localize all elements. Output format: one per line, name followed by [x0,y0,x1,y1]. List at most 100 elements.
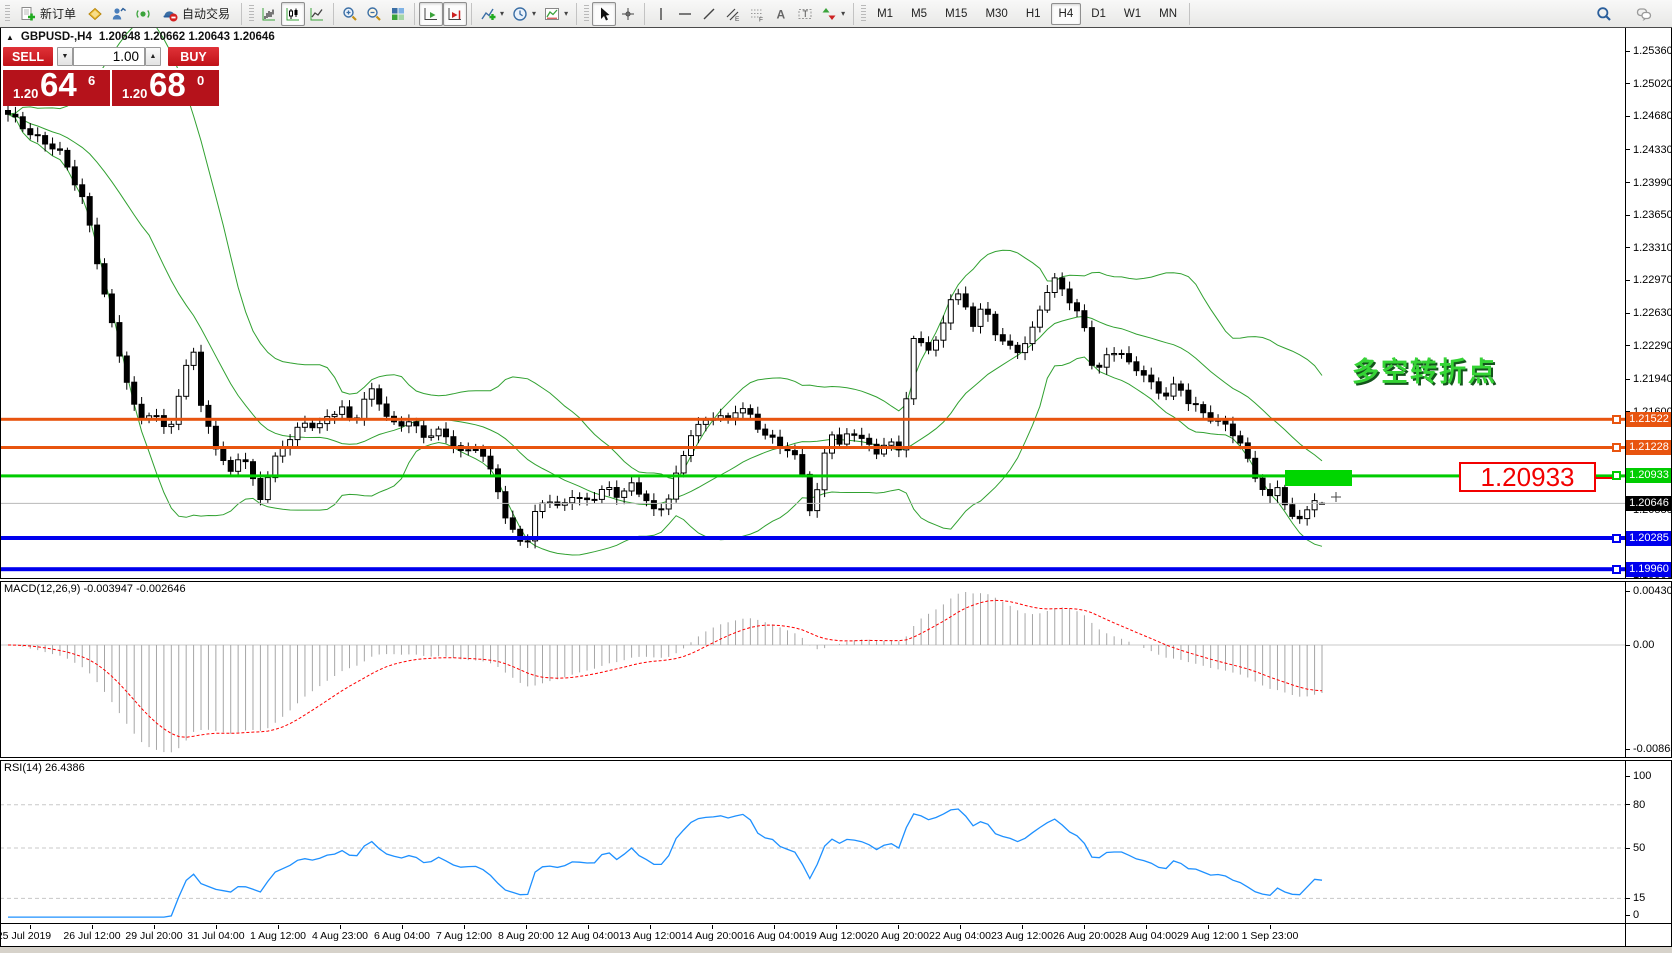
buy-price-box[interactable]: 1.20 68 0 [112,68,219,106]
zoom-in-button[interactable] [338,2,362,26]
timeframe-button-m5[interactable]: M5 [903,3,935,25]
vertical-line-icon [653,6,669,22]
indicators-button[interactable]: ▾ [476,2,508,26]
timeframe-button-h4[interactable]: H4 [1051,3,1082,25]
collapse-arrow-icon[interactable]: ▲ [6,33,14,42]
cursor-button[interactable] [592,2,616,26]
rsi-bottom-border [0,923,1672,924]
candlestick-series [6,106,1325,549]
tile-windows-button[interactable] [386,2,410,26]
line-chart-button[interactable] [305,2,329,26]
price-axis-tick-label: 1.22630 [1633,306,1672,320]
svg-text:F: F [759,16,763,22]
chart-left-border [0,28,1,947]
level-price-label-1.20285: 1.20285 [1626,531,1672,546]
timeframe-button-mn[interactable]: MN [1151,3,1185,25]
horizontal-line-icon [677,6,693,22]
chart-shift-button[interactable] [443,2,467,26]
level-line-1.19960[interactable] [0,567,1625,571]
rsi-pane-separator[interactable] [0,757,1672,761]
date-axis-tick-mark [278,925,279,929]
date-axis-label: 1 Sep 23:00 [1228,930,1312,942]
sell-price-prefix: 1.20 [13,86,38,101]
candlestick-chart-icon [285,6,301,22]
auto-scroll-icon [423,6,439,22]
auto-scroll-button[interactable] [419,2,443,26]
rsi-axis-label: 100 [1633,769,1672,783]
price-chart-canvas[interactable] [0,0,1672,953]
dropdown-caret-icon: ▾ [532,10,536,18]
level-line-1.21522[interactable] [0,418,1625,421]
templates-button[interactable]: ▾ [540,2,572,26]
macd-axis-label: 0.00 [1633,638,1672,652]
bull-bear-turning-point-annotation[interactable]: 多空转折点 [1352,350,1497,389]
svg-text:T: T [803,9,809,19]
toolbar-separator [576,3,577,25]
signals-profile-button[interactable] [107,2,131,26]
horizontal-line-tool-button[interactable] [673,2,697,26]
sell-button[interactable]: SELL [3,47,53,66]
date-axis-tick-mark [588,925,589,929]
toolbar-grip [5,5,10,23]
text-tool-button[interactable]: A [769,2,793,26]
macd-indicator-label: MACD(12,26,9) -0.003947 -0.002646 [4,583,186,595]
trendline-icon [701,6,717,22]
timeframe-button-w1[interactable]: W1 [1116,3,1149,25]
date-axis-tick-mark [1022,925,1023,929]
macd-pane-separator[interactable] [0,578,1672,582]
market-button[interactable] [83,2,107,26]
level-line-1.20933[interactable] [0,474,1625,477]
chat-button[interactable] [1632,2,1656,26]
bottom-tab-strip[interactable] [0,947,1672,953]
text-label-tool-button[interactable]: T [793,2,817,26]
toolbar-separator [241,3,242,25]
price-callout-box[interactable]: 1.20933 [1459,462,1596,492]
sonar-signal-icon [135,6,151,22]
macd-axis-label: 0.004301 [1633,584,1672,598]
macd-signal-line [8,600,1322,737]
clock-icon [512,6,528,22]
template-icon [544,6,560,22]
vertical-line-tool-button[interactable] [649,2,673,26]
timeframe-button-d1[interactable]: D1 [1083,3,1114,25]
level-connector-square [1612,565,1621,574]
sell-price-box[interactable]: 1.20 64 6 [3,68,110,106]
zoom-out-icon [366,6,382,22]
buy-button[interactable]: BUY [168,47,219,66]
autotrading-label: 自动交易 [182,5,230,22]
broadcast-button[interactable] [131,2,155,26]
bar-chart-button[interactable] [257,2,281,26]
autotrading-button[interactable]: 自动交易 [155,2,237,26]
timeframe-button-m30[interactable]: M30 [977,3,1015,25]
rsi-axis-label: 80 [1633,798,1672,812]
timeframe-button-m15[interactable]: M15 [937,3,975,25]
search-button[interactable] [1592,2,1616,26]
chart-title: ▲ GBPUSD-,H4 1.20648 1.20662 1.20643 1.2… [6,31,275,43]
shapes-tool-button[interactable]: ▾ [817,2,849,26]
periods-button[interactable]: ▾ [508,2,540,26]
zoom-out-button[interactable] [362,2,386,26]
crosshair-button[interactable] [616,2,640,26]
price-axis-tick-label: 1.23650 [1633,208,1672,222]
volume-input[interactable] [73,47,145,66]
timeframe-button-m1[interactable]: M1 [869,3,901,25]
new-order-button[interactable]: 新订单 [13,2,83,26]
date-axis-tick-mark [774,925,775,929]
timeframe-button-h1[interactable]: H1 [1018,3,1049,25]
rsi-line [8,809,1322,917]
volume-decrease-button[interactable]: ▼ [57,47,73,66]
level-line-1.20285[interactable] [0,536,1625,540]
timeframe-toolbar: M1M5M15M30H1H4D1W1MN [869,3,1185,25]
price-axis-tick-label: 1.22290 [1633,339,1672,353]
volume-increase-button[interactable]: ▲ [145,47,161,66]
trendline-tool-button[interactable] [697,2,721,26]
channel-tool-button[interactable]: E [721,2,745,26]
level-price-label-1.20933: 1.20933 [1626,468,1672,483]
rsi-axis-label: 15 [1633,891,1672,905]
profile-chart-icon [111,6,127,22]
level-connector-square [1612,415,1621,424]
fibonacci-tool-button[interactable]: F [745,2,769,26]
candlestick-chart-button[interactable] [281,2,305,26]
level-line-1.21228[interactable] [0,446,1625,449]
support-zone-rectangle[interactable] [1285,470,1352,486]
